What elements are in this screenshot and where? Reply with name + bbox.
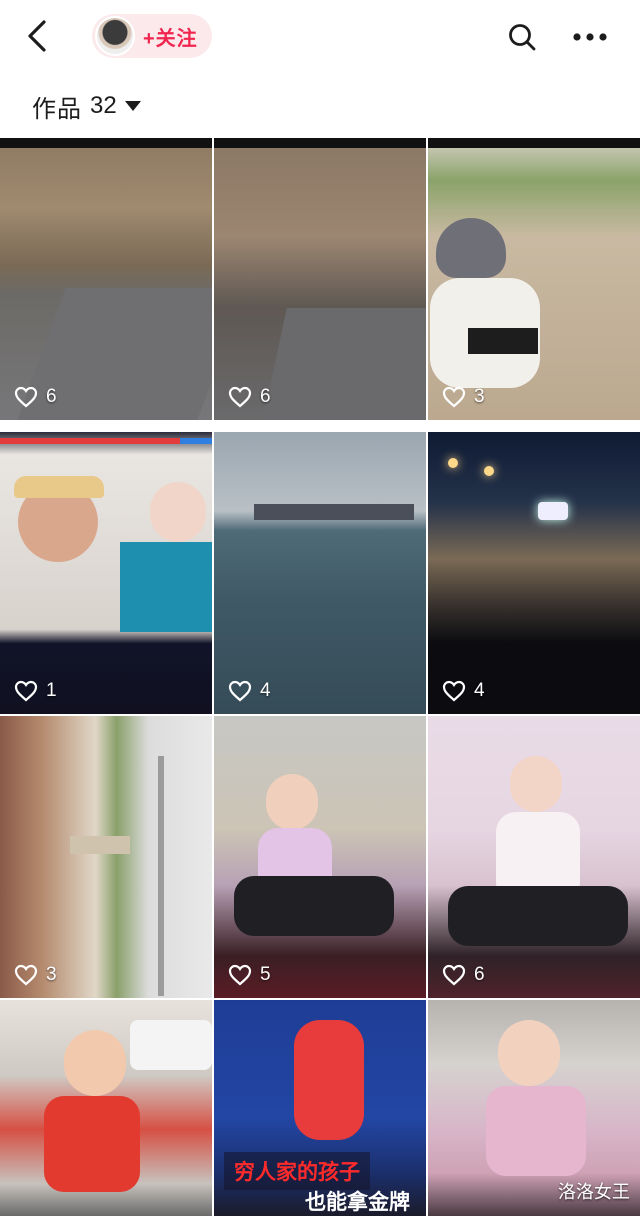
heart-icon bbox=[442, 680, 466, 702]
pk-bar-red bbox=[0, 438, 180, 444]
like-count-value: 6 bbox=[260, 386, 271, 407]
video-overlay-subtitle: 也能拿金牌 bbox=[305, 1191, 410, 1214]
child-hat-shape bbox=[436, 218, 506, 278]
baby-outfit-shape bbox=[486, 1086, 586, 1176]
works-count: 32 bbox=[90, 92, 117, 119]
heart-icon bbox=[14, 386, 38, 408]
video-thumbnail[interactable]: 4 bbox=[214, 432, 426, 714]
video-thumbnail[interactable]: 6 bbox=[214, 138, 426, 420]
video-thumbnail[interactable]: 3 bbox=[0, 716, 212, 998]
like-count-value: 6 bbox=[474, 964, 485, 985]
more-dots-icon[interactable] bbox=[570, 20, 610, 54]
heart-icon bbox=[14, 964, 38, 986]
follow-button[interactable]: +关注 bbox=[143, 22, 198, 51]
baby-face-shape bbox=[510, 756, 562, 812]
video-thumbnail[interactable] bbox=[0, 1000, 212, 1216]
like-count-value: 3 bbox=[474, 386, 485, 407]
street-light-shape bbox=[484, 466, 494, 476]
pk-bar-blue bbox=[180, 438, 212, 444]
baby-face-shape bbox=[498, 1020, 560, 1086]
heart-icon bbox=[228, 386, 252, 408]
like-count-value: 6 bbox=[46, 386, 57, 407]
caret-down-icon bbox=[124, 101, 141, 111]
heart-icon bbox=[442, 964, 466, 986]
beam-shape bbox=[70, 836, 130, 854]
video-thumbnail[interactable]: 3 bbox=[428, 138, 640, 420]
like-count: 4 bbox=[228, 680, 271, 702]
sign-light-shape bbox=[538, 502, 568, 520]
video-thumbnail[interactable]: 穷人家的孩子 也能拿金牌 bbox=[214, 1000, 426, 1216]
heart-icon bbox=[14, 680, 38, 702]
profile-follow-pill[interactable]: +关注 bbox=[92, 14, 212, 58]
road-shape bbox=[261, 308, 426, 420]
video-thumbnail[interactable]: 6 bbox=[428, 716, 640, 998]
like-count-value: 1 bbox=[46, 680, 57, 701]
ships-shape bbox=[254, 504, 414, 520]
heart-icon bbox=[228, 964, 252, 986]
like-count: 3 bbox=[442, 386, 485, 408]
streamer-face-shape bbox=[150, 482, 206, 542]
video-thumbnail[interactable]: 6 bbox=[0, 138, 212, 420]
video-thumbnail[interactable]: 洛洛女王 bbox=[428, 1000, 640, 1216]
video-thumbnail[interactable]: 1 bbox=[0, 432, 212, 714]
back-arrow-icon[interactable] bbox=[20, 18, 56, 54]
like-count-value: 5 bbox=[260, 964, 271, 985]
works-title: 作品 bbox=[32, 95, 82, 123]
parked-car-shape bbox=[130, 1020, 212, 1070]
thumbnail-top-strip bbox=[428, 138, 640, 148]
baby-outfit-shape bbox=[44, 1096, 140, 1192]
streamer-outfit-shape bbox=[120, 542, 212, 632]
works-filter-dropdown[interactable]: 作品 32 bbox=[32, 86, 141, 126]
watermark-text: 洛洛女王 bbox=[558, 1182, 630, 1202]
like-count: 6 bbox=[442, 964, 485, 986]
like-count: 1 bbox=[14, 680, 57, 702]
heart-icon bbox=[228, 680, 252, 702]
like-count: 6 bbox=[228, 386, 271, 408]
like-count: 5 bbox=[228, 964, 271, 986]
like-count-value: 4 bbox=[474, 680, 485, 701]
toy-car-shape bbox=[448, 886, 628, 946]
gymnast-outfit-shape bbox=[294, 1020, 364, 1140]
avatar[interactable] bbox=[95, 16, 135, 56]
top-nav-bar: +关注 bbox=[0, 0, 640, 74]
jacket-stripe-shape bbox=[468, 328, 538, 354]
video-thumbnail[interactable]: 4 bbox=[428, 432, 640, 714]
baby-face-shape bbox=[64, 1030, 126, 1096]
pipe-shape bbox=[158, 756, 164, 996]
video-thumbnail[interactable]: 5 bbox=[214, 716, 426, 998]
video-grid: 6 6 3 1 4 4 3 5 6 穷人家的孩子 也能拿金牌 洛洛女王 bbox=[0, 138, 640, 1216]
like-count: 3 bbox=[14, 964, 57, 986]
like-count-value: 3 bbox=[46, 964, 57, 985]
toy-car-shape bbox=[234, 876, 394, 936]
like-count: 6 bbox=[14, 386, 57, 408]
thumbnail-top-strip bbox=[214, 138, 426, 148]
baby-face-shape bbox=[266, 774, 318, 830]
straw-hat-shape bbox=[14, 476, 104, 498]
thumbnail-top-strip bbox=[0, 138, 212, 148]
like-count: 4 bbox=[442, 680, 485, 702]
like-count-value: 4 bbox=[260, 680, 271, 701]
search-icon[interactable] bbox=[505, 20, 539, 54]
video-overlay-title: 穷人家的孩子 bbox=[224, 1152, 370, 1190]
heart-icon bbox=[442, 386, 466, 408]
street-light-shape bbox=[448, 458, 458, 468]
